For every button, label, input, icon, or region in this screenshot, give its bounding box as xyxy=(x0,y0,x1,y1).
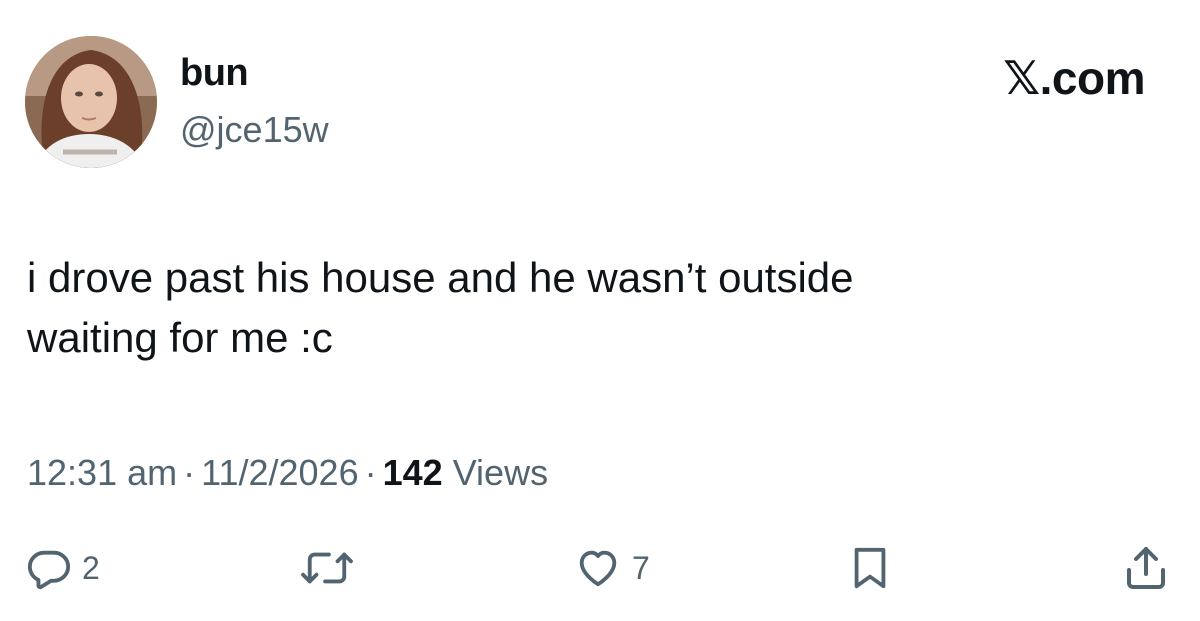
tweet-text-line: waiting for me :c xyxy=(27,314,333,361)
reply-count: 2 xyxy=(82,550,100,586)
tweet-text: i drove past his house and he wasn’t out… xyxy=(27,248,1127,368)
tweet-time[interactable]: 12:31 am xyxy=(27,452,177,493)
avatar[interactable] xyxy=(25,36,157,168)
tweet-card: bun @jce15w 𝕏.com i drove past his house… xyxy=(0,0,1200,621)
reply-button[interactable]: 2 xyxy=(26,538,100,598)
share-icon xyxy=(1127,547,1165,589)
x-logo-text: 𝕏.com xyxy=(1003,52,1145,104)
tweet-date[interactable]: 11/2/2026 xyxy=(201,452,358,493)
like-button[interactable]: 7 xyxy=(574,538,650,598)
share-button[interactable] xyxy=(1122,538,1170,598)
like-count: 7 xyxy=(632,550,650,586)
bookmark-button[interactable] xyxy=(850,538,890,598)
action-bar: 2 7 xyxy=(0,538,1200,598)
meta-separator: · xyxy=(183,452,196,493)
retweet-button[interactable] xyxy=(300,538,354,598)
avatar-photo xyxy=(25,36,157,168)
views-count: 142 xyxy=(382,452,443,493)
reply-icon xyxy=(27,550,71,590)
display-name[interactable]: bun xyxy=(180,50,249,96)
meta-separator: · xyxy=(364,452,377,493)
tweet-text-line: i drove past his house and he wasn’t out… xyxy=(27,254,854,301)
user-handle[interactable]: @jce15w xyxy=(180,108,329,152)
bookmark-icon xyxy=(854,547,886,589)
retweet-icon xyxy=(301,552,353,584)
views-label: Views xyxy=(452,452,549,493)
tweet-meta: 12:31 am · 11/2/2026 · 142 Views xyxy=(27,448,548,498)
heart-icon xyxy=(579,550,617,587)
